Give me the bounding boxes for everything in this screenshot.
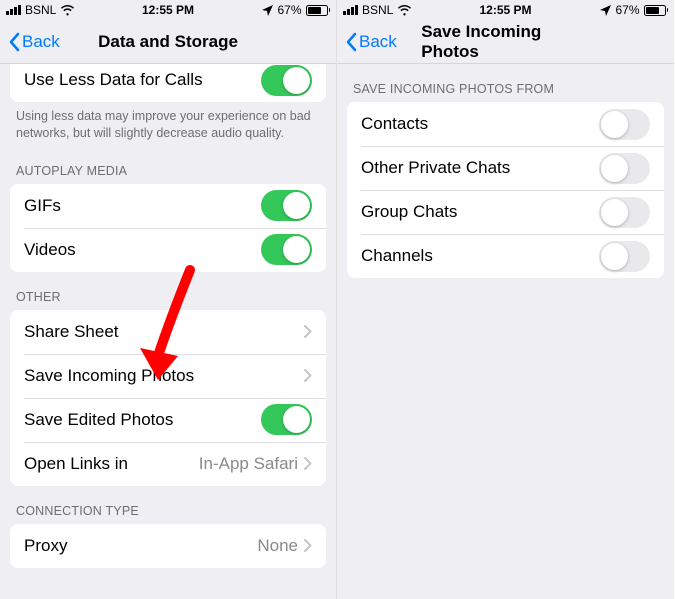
chevron-right-icon (304, 325, 312, 338)
back-label: Back (22, 32, 60, 52)
chevron-right-icon (304, 539, 312, 552)
section-save-from-header: SAVE INCOMING PHOTOS FROM (337, 64, 674, 102)
row-gifs[interactable]: GIFs (10, 184, 326, 228)
wifi-icon (60, 5, 75, 16)
screen-save-incoming-photos: BSNL 12:55 PM 67% Back Save Incoming Pho… (337, 0, 674, 599)
clock-label: 12:55 PM (142, 3, 194, 17)
toggle-use-less-data[interactable] (261, 65, 312, 96)
toggle-gifs[interactable] (261, 190, 312, 221)
carrier-label: BSNL (25, 3, 56, 17)
row-label: GIFs (24, 196, 261, 216)
other-group: Share Sheet Save Incoming Photos Save Ed… (10, 310, 326, 486)
row-label: Group Chats (361, 202, 599, 222)
row-share-sheet[interactable]: Share Sheet (10, 310, 326, 354)
autoplay-group: GIFs Videos (10, 184, 326, 272)
toggle-other-private-chats[interactable] (599, 153, 650, 184)
row-label: Use Less Data for Calls (24, 70, 261, 90)
toggle-channels[interactable] (599, 241, 650, 272)
wifi-icon (397, 5, 412, 16)
row-use-less-data[interactable]: Use Less Data for Calls (10, 58, 326, 102)
chevron-right-icon (304, 369, 312, 382)
section-connection-header: CONNECTION TYPE (0, 486, 336, 524)
battery-icon (644, 5, 669, 16)
page-title: Save Incoming Photos (421, 22, 590, 62)
row-label: Save Edited Photos (24, 410, 261, 430)
location-icon (262, 5, 273, 16)
signal-icon (343, 5, 358, 15)
location-icon (600, 5, 611, 16)
row-label: Channels (361, 246, 599, 266)
row-proxy[interactable]: Proxy None (10, 524, 326, 568)
chevron-left-icon (345, 32, 357, 52)
row-channels[interactable]: Channels (347, 234, 664, 278)
battery-percent: 67% (615, 3, 639, 17)
carrier-label: BSNL (362, 3, 393, 17)
row-other-private-chats[interactable]: Other Private Chats (347, 146, 664, 190)
row-label: Contacts (361, 114, 599, 134)
row-label: Save Incoming Photos (24, 366, 304, 386)
chevron-right-icon (304, 457, 312, 470)
clock-label: 12:55 PM (479, 3, 531, 17)
use-less-data-group: Use Less Data for Calls (10, 58, 326, 102)
row-videos[interactable]: Videos (10, 228, 326, 272)
row-label: Share Sheet (24, 322, 304, 342)
use-less-data-footer: Using less data may improve your experie… (0, 102, 336, 146)
row-label: Open Links in (24, 454, 199, 474)
save-from-group: Contacts Other Private Chats Group Chats… (347, 102, 664, 278)
row-label: Videos (24, 240, 261, 260)
battery-percent: 67% (277, 3, 301, 17)
back-button[interactable]: Back (8, 32, 60, 52)
section-other-header: OTHER (0, 272, 336, 310)
toggle-contacts[interactable] (599, 109, 650, 140)
row-value: In-App Safari (199, 454, 298, 474)
toggle-videos[interactable] (261, 234, 312, 265)
screen-data-and-storage: BSNL 12:55 PM 67% Back Data and Storage … (0, 0, 337, 599)
row-save-incoming-photos[interactable]: Save Incoming Photos (10, 354, 326, 398)
nav-bar: Back Save Incoming Photos (337, 20, 674, 64)
chevron-left-icon (8, 32, 20, 52)
toggle-save-edited[interactable] (261, 404, 312, 435)
battery-icon (306, 5, 331, 16)
toggle-group-chats[interactable] (599, 197, 650, 228)
signal-icon (6, 5, 21, 15)
status-bar: BSNL 12:55 PM 67% (0, 0, 336, 20)
page-title: Data and Storage (98, 32, 238, 52)
row-value: None (257, 536, 298, 556)
back-label: Back (359, 32, 397, 52)
row-open-links-in[interactable]: Open Links in In-App Safari (10, 442, 326, 486)
connection-group: Proxy None (10, 524, 326, 568)
row-group-chats[interactable]: Group Chats (347, 190, 664, 234)
back-button[interactable]: Back (345, 32, 397, 52)
row-label: Other Private Chats (361, 158, 599, 178)
row-save-edited-photos[interactable]: Save Edited Photos (10, 398, 326, 442)
section-autoplay-header: AUTOPLAY MEDIA (0, 146, 336, 184)
row-label: Proxy (24, 536, 257, 556)
status-bar: BSNL 12:55 PM 67% (337, 0, 674, 20)
row-contacts[interactable]: Contacts (347, 102, 664, 146)
